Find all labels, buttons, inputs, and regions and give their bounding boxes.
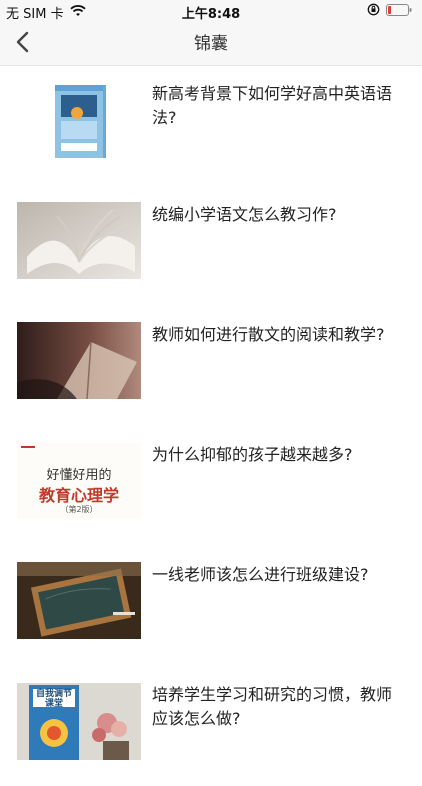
item-thumbnail: 自我调节 课堂 [17, 683, 141, 760]
list-item[interactable]: 自我调节 课堂 培养学生学习和研究的习惯，教师应该怎么做? [0, 666, 422, 786]
content-list: 新高考背景下如何学好高中英语语法? 统编小学语文怎么教习作? 教师如何进行散文的… [0, 66, 422, 786]
cover-mark [21, 446, 35, 448]
item-thumbnail [17, 322, 141, 399]
item-title: 为什么抑郁的孩子越来越多? [152, 445, 353, 464]
item-thumbnail [17, 83, 141, 160]
page-title: 锦囊 [194, 34, 228, 54]
status-bar: 无 SIM 卡 上午8:48 [0, 0, 422, 22]
item-thumbnail: 好懂好用的 教育心理学 （第2版） [17, 442, 141, 519]
item-title: 一线老师该怎么进行班级建设? [152, 565, 369, 584]
item-thumbnail [17, 562, 141, 639]
list-item[interactable]: 好懂好用的 教育心理学 （第2版） 为什么抑郁的孩子越来越多? [0, 426, 422, 546]
list-item[interactable]: 统编小学语文怎么教习作? [0, 186, 422, 306]
item-title: 培养学生学习和研究的习惯，教师应该怎么做? [152, 685, 393, 728]
list-item[interactable]: 教师如何进行散文的阅读和教学? [0, 306, 422, 426]
item-thumbnail [17, 202, 141, 279]
navigation-bar: 锦囊 [0, 22, 422, 66]
battery-icon [386, 3, 412, 20]
cover-title: 教育心理学 [38, 486, 119, 505]
item-title: 统编小学语文怎么教习作? [152, 205, 337, 224]
cover-edition: （第2版） [60, 505, 98, 514]
orientation-lock-icon [367, 3, 380, 20]
item-title: 教师如何进行散文的阅读和教学? [152, 325, 385, 344]
list-item[interactable]: 新高考背景下如何学好高中英语语法? [0, 66, 422, 186]
cover-title-line: 课堂 [44, 699, 63, 709]
cover-title: 自我调节 课堂 [29, 689, 79, 709]
list-item[interactable]: 一线老师该怎么进行班级建设? [0, 546, 422, 666]
status-time: 上午8:48 [181, 7, 241, 22]
item-title: 新高考背景下如何学好高中英语语法? [152, 84, 393, 127]
cover-subtitle: 好懂好用的 [46, 468, 112, 483]
cover-title-line: 自我调节 [35, 689, 72, 699]
